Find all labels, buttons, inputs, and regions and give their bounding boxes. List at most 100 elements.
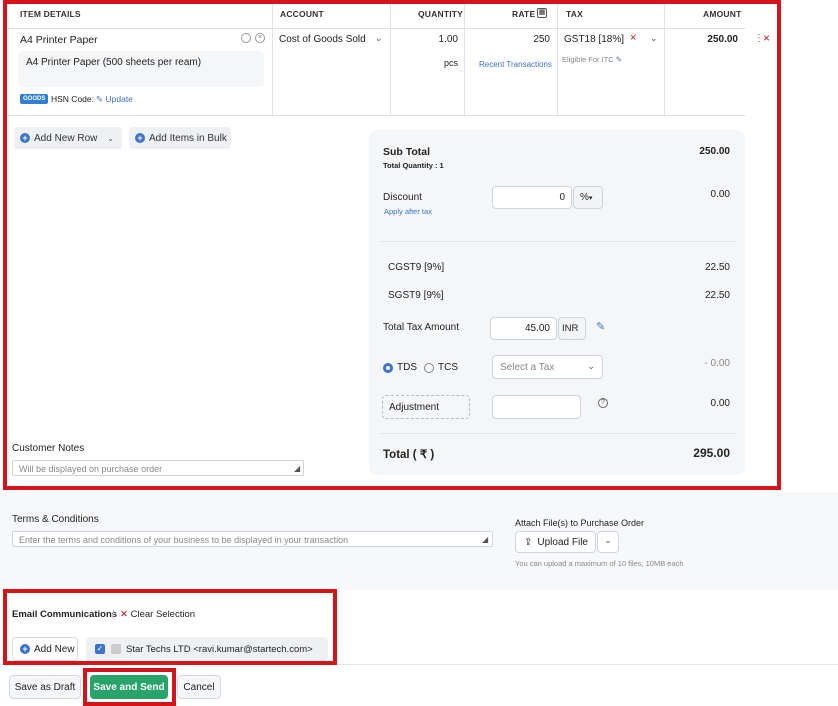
col-divider: [557, 0, 558, 115]
tds-radio[interactable]: TDS: [383, 362, 417, 373]
total-tax-input[interactable]: 45.00: [490, 317, 557, 340]
pencil-icon: ✎: [96, 94, 104, 104]
add-items-bulk-button[interactable]: + Add Items in Bulk: [129, 127, 231, 149]
unit-label: pcs: [443, 58, 458, 68]
summary-panel: [369, 130, 745, 475]
email-recipient-chip[interactable]: ✓ Star Techs LTD <ravi.kumar@startech.co…: [86, 637, 328, 661]
item-close-icon[interactable]: ×: [255, 33, 265, 43]
tcs-radio[interactable]: TCS: [424, 362, 458, 373]
header-account: ACCOUNT: [280, 9, 324, 19]
sgst-value: 22.50: [704, 290, 730, 301]
add-new-row-button[interactable]: + Add New Row ⌄: [14, 127, 122, 149]
cgst-label: CGST9 [9%]: [388, 262, 445, 273]
total-label: Total ( ₹ ): [383, 449, 435, 461]
eligible-itc-label: Eligible For ITC: [562, 55, 614, 64]
add-new-email-button[interactable]: + Add New: [12, 637, 78, 661]
close-icon: ✕: [120, 609, 128, 620]
hsn-code-label: HSN Code:: [51, 94, 94, 104]
clear-selection-link[interactable]: ✕ Clear Selection: [120, 609, 195, 620]
row-divider: [8, 115, 746, 116]
header-amount: AMOUNT: [703, 9, 742, 19]
calculator-icon[interactable]: ▦: [537, 8, 547, 18]
tds-amount: - 0.00: [704, 358, 730, 369]
quantity-input[interactable]: 1.00: [400, 34, 458, 45]
summary-divider: [381, 241, 735, 242]
item-name[interactable]: A4 Printer Paper: [20, 34, 98, 46]
sgst-label: SGST9 [9%]: [388, 290, 444, 301]
summary-divider: [381, 433, 735, 434]
footer-divider: [0, 664, 838, 665]
adjustment-label-field[interactable]: Adjustment: [382, 395, 470, 419]
add-new-label: Add New: [34, 643, 75, 655]
upload-file-label: Upload File: [537, 536, 588, 548]
attach-files-label: Attach File(s) to Purchase Order: [515, 518, 645, 528]
select-tax-dropdown[interactable]: Select a Tax ⌄: [492, 355, 603, 379]
plus-icon: +: [135, 133, 145, 143]
item-description[interactable]: A4 Printer Paper (500 sheets per ream): [18, 51, 264, 87]
terms-label: Terms & Conditions: [12, 514, 99, 525]
delete-row-icon[interactable]: ×: [763, 31, 770, 45]
chevron-down-icon[interactable]: ⌄: [650, 33, 658, 44]
cancel-button[interactable]: Cancel: [177, 675, 221, 699]
adjustment-input[interactable]: [492, 395, 581, 419]
add-items-bulk-label: Add Items in Bulk: [149, 132, 227, 144]
eligible-itc[interactable]: Eligible For ITC ✎: [562, 55, 622, 64]
header-item-details: ITEM DETAILS: [20, 9, 81, 19]
email-communications-label: Email Communications: [12, 609, 118, 620]
chevron-down-icon[interactable]: ⌄: [107, 134, 114, 143]
header-quantity: QUANTITY: [418, 9, 464, 19]
pencil-icon[interactable]: ✎: [596, 320, 605, 333]
save-and-send-button[interactable]: Save and Send: [90, 675, 168, 699]
radio-checked-icon: [383, 362, 393, 373]
discount-unit-label: %: [580, 192, 589, 203]
resize-icon[interactable]: ◢: [294, 464, 300, 473]
discount-input[interactable]: 0: [492, 186, 572, 209]
checkbox-checked-icon[interactable]: ✓: [95, 644, 105, 654]
total-tax-label: Total Tax Amount: [383, 322, 459, 333]
help-icon[interactable]: ?: [598, 398, 608, 408]
hsn-update-label: Update: [105, 94, 133, 104]
amount-value: 250.00: [707, 34, 738, 45]
total-quantity: Total Quantity : 1: [383, 161, 444, 170]
header-divider: [8, 28, 746, 29]
discount-unit-select[interactable]: %▾: [573, 186, 603, 209]
chevron-down-icon[interactable]: ⌄: [375, 33, 383, 44]
resize-icon[interactable]: ◢: [482, 535, 488, 544]
item-options-icon[interactable]: [241, 33, 251, 43]
chevron-down-icon: ⌄: [587, 361, 595, 371]
upload-options-dropdown[interactable]: ⌄: [597, 531, 619, 553]
terms-input[interactable]: Enter the terms and conditions of your b…: [12, 531, 493, 547]
separator: |: [112, 609, 115, 620]
customer-notes-input[interactable]: Will be displayed on purchase order: [12, 460, 304, 476]
tax-select[interactable]: GST18 [18%]: [564, 34, 624, 45]
adjustment-amount: 0.00: [710, 398, 730, 409]
currency-label: INR: [558, 317, 586, 340]
col-divider: [464, 0, 465, 115]
plus-icon: +: [20, 133, 30, 143]
tcs-label: TCS: [438, 362, 458, 373]
radio-unchecked-icon: [424, 362, 434, 373]
rate-input[interactable]: 250: [480, 34, 550, 45]
save-as-draft-button[interactable]: Save as Draft: [9, 675, 81, 699]
plus-icon: +: [20, 644, 30, 654]
upload-icon: ⇪: [524, 536, 533, 548]
apply-after-tax-link[interactable]: Apply after tax: [384, 207, 432, 216]
upload-file-button[interactable]: ⇪ Upload File: [515, 531, 596, 553]
pencil-icon: ✎: [615, 55, 623, 64]
sub-total-value: 250.00: [699, 146, 730, 157]
col-divider: [390, 0, 391, 115]
discount-label: Discount: [383, 192, 422, 203]
account-select[interactable]: Cost of Goods Sold: [279, 34, 366, 45]
discount-amount: 0.00: [710, 189, 730, 200]
hsn-update-link[interactable]: ✎ Update: [96, 94, 133, 105]
goods-badge: GOODS: [20, 94, 49, 104]
chevron-down-icon: ⌄: [604, 535, 612, 545]
clear-selection-label: Clear Selection: [130, 609, 196, 620]
col-divider: [272, 0, 273, 115]
recent-transactions-link[interactable]: Recent Transactions: [479, 60, 552, 69]
add-new-row-label: Add New Row: [34, 132, 98, 144]
clear-tax-icon[interactable]: ×: [630, 32, 636, 44]
sub-total-label: Sub Total: [383, 146, 431, 158]
cgst-value: 22.50: [704, 262, 730, 273]
avatar: [111, 644, 121, 654]
